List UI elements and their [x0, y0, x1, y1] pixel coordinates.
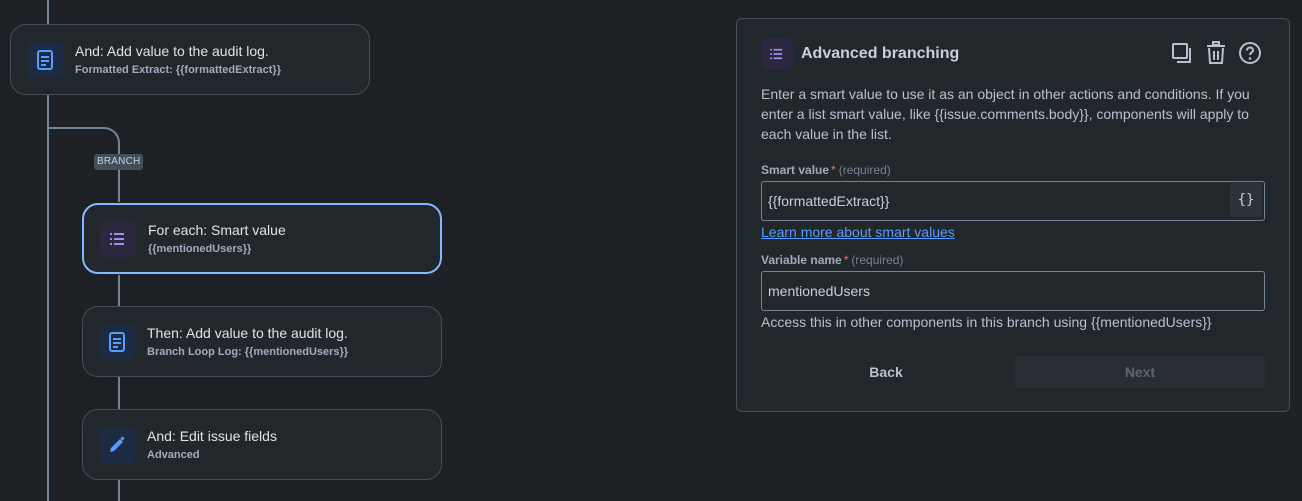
branch-line-1 — [118, 167, 120, 204]
pencil-icon — [99, 426, 135, 463]
card-subtitle: Advanced — [147, 449, 200, 461]
audit-log-card[interactable]: And: Add value to the audit log. Formatt… — [10, 24, 370, 95]
card-title: And: Add value to the audit log. — [75, 43, 269, 59]
variable-name-helper: Access this in other components in this … — [761, 314, 1212, 330]
list-icon — [100, 220, 136, 257]
required-text: (required) — [851, 253, 904, 267]
list-icon — [761, 38, 793, 70]
required-text: (required) — [838, 163, 891, 177]
label-text: Smart value — [761, 163, 830, 177]
panel-title: Advanced branching — [801, 45, 960, 62]
then-audit-log-card[interactable]: Then: Add value to the audit log. Branch… — [82, 306, 442, 377]
branch-line-2 — [118, 273, 120, 307]
smart-value-input[interactable] — [761, 181, 1265, 221]
copy-icon[interactable] — [1169, 40, 1195, 66]
back-button[interactable]: Back — [787, 356, 985, 388]
help-icon[interactable] — [1237, 40, 1263, 66]
branch-lozenge: BRANCH — [94, 154, 144, 170]
card-subtitle: Formatted Extract: {{formattedExtract}} — [75, 64, 281, 76]
for-each-card[interactable]: For each: Smart value {{mentionedUsers}} — [82, 203, 442, 274]
smart-value-label: Smart value * (required) — [761, 163, 891, 177]
card-subtitle: {{mentionedUsers}} — [148, 243, 252, 255]
smart-value-picker-button[interactable]: {} — [1230, 183, 1262, 217]
trash-icon[interactable] — [1203, 40, 1229, 66]
document-icon — [99, 323, 135, 360]
next-button[interactable]: Next — [1015, 356, 1265, 388]
panel-actions — [1169, 40, 1263, 66]
card-title: For each: Smart value — [148, 222, 286, 238]
card-subtitle: Branch Loop Log: {{mentionedUsers}} — [147, 346, 349, 358]
variable-name-input[interactable] — [761, 271, 1265, 311]
document-icon — [27, 41, 63, 78]
connector-line-top — [47, 0, 49, 24]
branch-line-4 — [118, 479, 120, 501]
learn-more-link[interactable]: Learn more about smart values — [761, 224, 955, 240]
label-text: Variable name — [761, 253, 842, 267]
required-mark: * — [843, 253, 849, 267]
branch-line-3 — [118, 376, 120, 410]
card-title: Then: Add value to the audit log. — [147, 325, 348, 341]
variable-name-label: Variable name * (required) — [761, 253, 903, 267]
panel-header: Advanced branching — [761, 38, 959, 70]
advanced-branching-panel: Advanced branching Enter a smart value t… — [736, 18, 1290, 412]
panel-description: Enter a smart value to use it as an obje… — [761, 86, 1250, 142]
required-mark: * — [831, 163, 836, 177]
card-title: And: Edit issue fields — [147, 428, 277, 444]
edit-issue-card[interactable]: And: Edit issue fields Advanced — [82, 409, 442, 480]
